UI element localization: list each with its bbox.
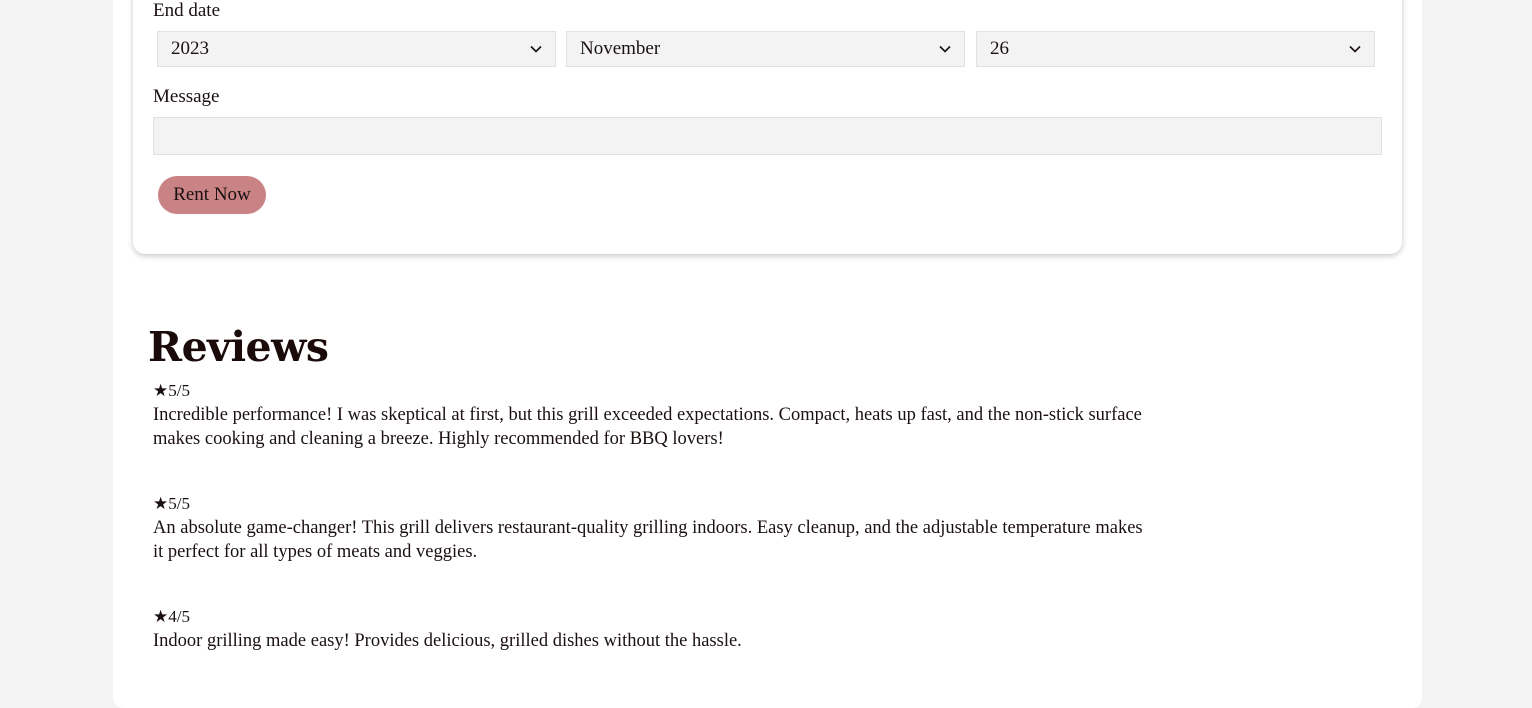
rent-now-button[interactable]: Rent Now xyxy=(158,176,266,214)
message-label: Message xyxy=(153,86,220,107)
page-container: End date 2023 November 26 Message Rent N… xyxy=(113,0,1422,708)
rental-form-card: End date 2023 November 26 Message Rent N… xyxy=(133,0,1402,254)
end-year-value: 2023 xyxy=(171,38,209,59)
review-text: Incredible performance! I was skeptical … xyxy=(153,405,1142,449)
end-year-select[interactable]: 2023 xyxy=(157,31,556,67)
review-rating: ★5/5 xyxy=(153,381,190,400)
review-text: Indoor grilling made easy! Provides deli… xyxy=(153,631,742,651)
chevron-down-icon xyxy=(939,45,951,53)
message-input[interactable] xyxy=(153,117,1382,155)
review-item: ★5/5 An absolute game-changer! This gril… xyxy=(153,492,1153,564)
review-item: ★4/5 Indoor grilling made easy! Provides… xyxy=(153,605,1153,653)
review-text: An absolute game-changer! This grill del… xyxy=(153,518,1143,562)
chevron-down-icon xyxy=(1349,45,1361,53)
end-month-select[interactable]: November xyxy=(566,31,965,67)
review-item: ★5/5 Incredible performance! I was skept… xyxy=(153,379,1153,451)
chevron-down-icon xyxy=(530,45,542,53)
reviews-heading: Reviews xyxy=(148,323,329,371)
review-rating: ★4/5 xyxy=(153,607,190,626)
end-date-label: End date xyxy=(153,0,221,21)
end-month-value: November xyxy=(580,38,661,59)
end-day-select[interactable]: 26 xyxy=(976,31,1375,67)
review-rating: ★5/5 xyxy=(153,494,190,513)
end-day-value: 26 xyxy=(990,38,1009,59)
